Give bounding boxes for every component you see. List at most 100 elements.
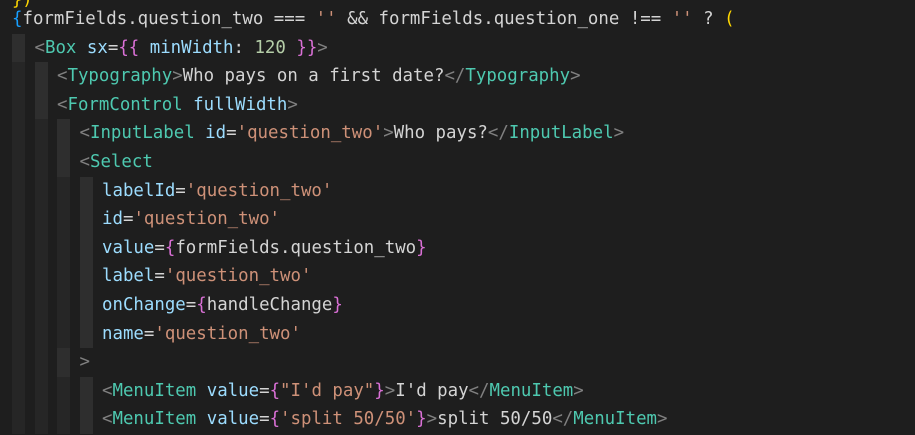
indent-guide <box>12 291 25 320</box>
code-token: Who pays? <box>393 123 488 144</box>
code-token: formFields <box>175 237 281 258</box>
indent-guide <box>12 376 25 406</box>
code-line: > <box>80 348 90 377</box>
code-token: name <box>102 323 144 344</box>
indent-guide <box>34 348 48 377</box>
code-token: </ <box>468 380 490 401</box>
code-token: ? <box>692 9 725 29</box>
code-token: </ <box>552 409 574 430</box>
code-token: MenuItem <box>489 380 574 401</box>
code-token: !== <box>619 9 672 29</box>
code-token: 'question_two' <box>236 123 384 144</box>
code-token: = <box>185 295 197 315</box>
code-token: value <box>196 380 260 401</box>
code-token: '' <box>671 9 693 29</box>
indent-guide <box>57 233 70 263</box>
code-token: "I'd pay" <box>280 380 375 401</box>
code-line: <MenuItem value={"I'd pay"}>I'd pay</Men… <box>102 377 584 406</box>
indent-guide <box>57 119 70 148</box>
code-token: = <box>175 180 186 201</box>
code-token: . <box>127 9 138 29</box>
code-token: Select <box>89 152 153 172</box>
indent-guide <box>79 205 93 234</box>
code-token: = <box>154 266 165 287</box>
code-token: formFields <box>378 9 484 29</box>
code-line: <Typography>Who pays on a first date?</T… <box>57 62 581 91</box>
indent-guide <box>34 262 48 291</box>
code-token: id <box>102 209 123 230</box>
code-token: ( <box>724 9 735 29</box>
code-token: onChange <box>102 295 186 315</box>
code-token: > <box>384 380 396 401</box>
code-token: Typography <box>465 66 571 87</box>
indent-guide <box>12 90 25 120</box>
code-token: handleChange <box>206 295 333 315</box>
code-token: 'split 50/50' <box>280 409 417 430</box>
code-line: name='question_two' <box>102 320 301 349</box>
code-token: > <box>613 123 625 144</box>
indent-guide <box>57 176 70 206</box>
indent-guide <box>34 319 48 349</box>
indent-guide <box>34 291 48 320</box>
code-token: Who pays on a first date? <box>182 66 445 87</box>
code-token: > <box>573 380 584 401</box>
code-token: formFields <box>22 9 128 29</box>
code-token: = <box>122 209 134 230</box>
code-line: {formFields.question_two === '' && formF… <box>12 5 735 34</box>
indent-guide <box>12 62 25 91</box>
code-token: question_one <box>493 9 620 29</box>
code-token: InputLabel <box>508 123 614 144</box>
code-token: sx <box>76 37 108 58</box>
code-token: } <box>374 380 385 401</box>
code-line: onChange={handleChange} <box>102 291 343 320</box>
code-token: labelId <box>102 180 176 201</box>
indent-guide <box>79 262 93 291</box>
code-line: <Select <box>80 148 153 177</box>
indent-guide <box>34 176 48 206</box>
code-token: MenuItem <box>112 409 197 430</box>
indent-guide <box>79 233 93 263</box>
code-token: = <box>143 323 155 344</box>
code-line: value={formFields.question_two} <box>102 234 427 263</box>
code-token: FormControl <box>67 94 183 115</box>
code-editor[interactable]: }) {formFields.question_two === '' && fo… <box>0 0 915 435</box>
code-token: < <box>57 94 68 115</box>
code-token: I'd pay <box>395 380 469 401</box>
indent-guide <box>57 291 70 320</box>
indent-guide <box>34 405 48 434</box>
indent-guide <box>34 148 48 177</box>
code-token: value <box>102 237 155 258</box>
code-token: 'question_two' <box>185 180 333 201</box>
indent-guide <box>12 205 25 234</box>
code-token: > <box>383 123 394 144</box>
code-token: { <box>269 409 281 430</box>
code-token: </ <box>444 66 466 87</box>
code-line: <FormControl fullWidth> <box>57 91 298 120</box>
indent-guide <box>12 319 25 349</box>
code-token: 120 <box>254 37 286 58</box>
indent-guide <box>34 205 48 234</box>
code-token: < <box>34 37 45 58</box>
code-token: } <box>416 237 427 258</box>
code-token: split 50/50 <box>437 409 553 430</box>
indent-guide <box>34 376 48 406</box>
code-token: 'question_two' <box>154 323 301 344</box>
indent-guide <box>12 33 25 63</box>
code-token: < <box>57 66 68 87</box>
code-token: Box <box>44 37 77 58</box>
indent-guide <box>12 348 25 377</box>
code-token: < <box>79 123 90 144</box>
code-line: id='question_two' <box>102 205 280 234</box>
code-token: MenuItem <box>112 380 197 401</box>
indent-guide <box>34 119 48 148</box>
code-token: }} <box>285 37 318 58</box>
indent-guide <box>79 291 93 320</box>
code-token: minWidth <box>139 37 234 58</box>
indent-guide <box>34 233 48 263</box>
code-token: > <box>570 66 581 87</box>
indent-guide <box>12 148 25 177</box>
code-token: InputLabel <box>89 123 195 144</box>
code-token: > <box>657 409 668 430</box>
indent-guide <box>12 405 25 434</box>
code-line: <InputLabel id='question_two'>Who pays?<… <box>80 119 625 148</box>
